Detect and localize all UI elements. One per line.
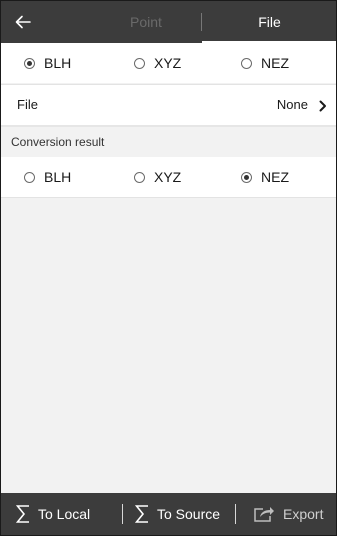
source-radio-nez[interactable]: NEZ xyxy=(241,43,289,83)
file-selector-row[interactable]: File None xyxy=(1,85,336,125)
result-radio-nez[interactable]: NEZ xyxy=(241,157,289,197)
result-radio-nez-label: NEZ xyxy=(261,169,289,185)
result-radio-xyz-label: XYZ xyxy=(154,169,182,185)
result-radio-xyz[interactable]: XYZ xyxy=(134,157,181,197)
result-radio-blh-label: BLH xyxy=(44,169,72,185)
radio-unchecked-icon xyxy=(24,171,35,183)
tab-file[interactable]: File xyxy=(201,1,336,43)
top-bar: Point File xyxy=(1,1,336,43)
conversion-result-header: Conversion result xyxy=(1,127,336,157)
radio-unchecked-icon xyxy=(241,57,252,69)
radio-checked-icon xyxy=(241,171,252,183)
toolbar-divider xyxy=(122,504,123,524)
source-radio-nez-label: NEZ xyxy=(261,55,289,71)
export-button[interactable]: Export xyxy=(253,493,323,535)
tab-point-label: Point xyxy=(130,14,162,30)
source-radio-blh-label: BLH xyxy=(44,55,72,71)
bottom-toolbar: To Local To Source Export xyxy=(1,493,336,535)
file-label: File xyxy=(17,97,38,112)
result-format-radio-group: BLH XYZ NEZ xyxy=(1,157,336,197)
section-title: Conversion result xyxy=(11,135,105,149)
radio-unchecked-icon xyxy=(134,57,145,69)
to-source-label: To Source xyxy=(157,506,221,522)
file-value: None xyxy=(276,97,308,112)
source-radio-xyz-label: XYZ xyxy=(154,55,182,71)
sigma-icon xyxy=(16,504,38,524)
back-button[interactable] xyxy=(1,1,45,43)
source-radio-blh[interactable]: BLH xyxy=(24,43,71,83)
tab-file-label: File xyxy=(258,14,281,30)
source-format-radio-group: BLH XYZ NEZ xyxy=(1,43,336,83)
toolbar-divider xyxy=(235,504,236,524)
sigma-icon xyxy=(135,504,157,524)
radio-checked-icon xyxy=(24,57,35,69)
to-local-label: To Local xyxy=(38,506,91,522)
arrow-left-icon xyxy=(15,15,31,29)
export-label: Export xyxy=(283,506,324,522)
result-radio-blh[interactable]: BLH xyxy=(24,157,71,197)
chevron-right-icon xyxy=(319,99,327,117)
app-screen: Point File BLH XYZ NEZ File None Convers… xyxy=(0,0,337,536)
results-area xyxy=(1,198,336,495)
to-source-button[interactable]: To Source xyxy=(135,493,220,535)
tab-point[interactable]: Point xyxy=(91,1,201,43)
radio-unchecked-icon xyxy=(134,171,145,183)
to-local-button[interactable]: To Local xyxy=(16,493,90,535)
share-export-icon xyxy=(253,505,283,523)
source-radio-xyz[interactable]: XYZ xyxy=(134,43,181,83)
